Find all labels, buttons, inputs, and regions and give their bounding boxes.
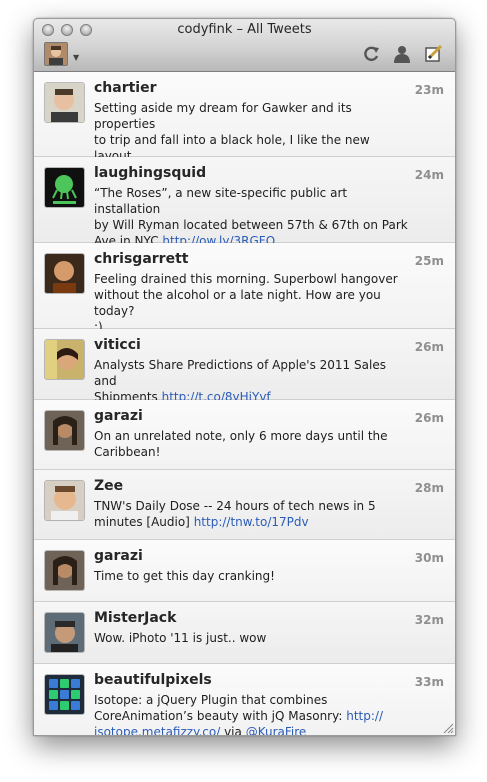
tweet-username[interactable]: garazi bbox=[94, 408, 143, 424]
tweet-text: Wow. iPhoto '11 is just.. wow bbox=[94, 630, 412, 646]
tweet-timestamp: 30m bbox=[414, 551, 444, 565]
person-icon bbox=[394, 46, 410, 63]
tweet-text: “The Roses”, a new site-specific public … bbox=[94, 185, 412, 249]
tweet-row[interactable]: laughingsquid 24m “The Roses”, a new site-… bbox=[34, 157, 455, 248]
tweet-username[interactable]: beautifulpixels bbox=[94, 672, 212, 688]
title-bar: codyfink – All Tweets ▼ bbox=[34, 19, 455, 72]
tweet-row[interactable]: chrisgarrett 25m Feeling drained this morn… bbox=[34, 243, 455, 334]
tweet-text: Isotope: a jQuery Plugin that combines C… bbox=[94, 692, 412, 735]
tweet-text: Feeling drained this morning. Superbowl … bbox=[94, 271, 412, 335]
tweet-body: Isotope: a jQuery Plugin that combines C… bbox=[94, 693, 343, 723]
tweet-body-suffix: via bbox=[220, 725, 246, 735]
tweet-body: Time to get this day cranking! bbox=[94, 569, 275, 583]
tweet-avatar[interactable] bbox=[45, 83, 84, 122]
refresh-button[interactable] bbox=[361, 44, 381, 64]
tweet-row[interactable]: chartier 23m Setting aside my dream for Ga… bbox=[34, 72, 455, 179]
profile-button[interactable] bbox=[392, 44, 412, 64]
tweet-username[interactable]: garazi bbox=[94, 548, 143, 564]
tweet-body: Feeling drained this morning. Superbowl … bbox=[94, 272, 398, 334]
tweet-avatar[interactable] bbox=[45, 675, 84, 714]
tweet-mention-link[interactable]: @KuraFire bbox=[246, 725, 307, 735]
tweet-row[interactable]: Zee 28m TNW's Daily Dose -- 24 hours of te… bbox=[34, 470, 455, 540]
compose-button[interactable] bbox=[424, 44, 444, 64]
tweet-timestamp: 32m bbox=[414, 613, 444, 627]
tweet-avatar[interactable] bbox=[45, 481, 84, 520]
tweet-row[interactable]: garazi 30m Time to get this day cranking! bbox=[34, 540, 455, 602]
resize-grip-icon[interactable] bbox=[442, 722, 454, 734]
tweet-body: On an unrelated note, only 6 more days u… bbox=[94, 429, 388, 459]
tweet-username[interactable]: chartier bbox=[94, 80, 157, 96]
tweet-timestamp: 25m bbox=[414, 254, 444, 268]
tweet-avatar[interactable] bbox=[45, 411, 84, 450]
account-menu-arrow-icon[interactable]: ▼ bbox=[73, 53, 79, 62]
tweet-text: Analysts Share Predictions of Apple's 20… bbox=[94, 357, 412, 405]
tweet-avatar[interactable] bbox=[45, 340, 84, 379]
refresh-icon bbox=[364, 46, 379, 62]
tweet-avatar[interactable] bbox=[45, 551, 84, 590]
account-avatar-button[interactable] bbox=[44, 42, 68, 66]
tweet-row[interactable]: MisterJack 32m Wow. iPhoto '11 is just.. w… bbox=[34, 602, 455, 664]
tweet-username[interactable]: chrisgarrett bbox=[94, 251, 188, 267]
tweet-timestamp: 26m bbox=[414, 340, 444, 354]
tweet-row[interactable]: garazi 26m On an unrelated note, only 6 mo… bbox=[34, 400, 455, 470]
tweet-row[interactable]: beautifulpixels 33m Isotope: a jQuery Plug… bbox=[34, 664, 455, 735]
tweet-username[interactable]: MisterJack bbox=[94, 610, 176, 626]
tweet-timestamp: 26m bbox=[414, 411, 444, 425]
tweet-text: Time to get this day cranking! bbox=[94, 568, 412, 584]
tweet-avatar[interactable] bbox=[45, 168, 84, 207]
tweet-avatar[interactable] bbox=[45, 613, 84, 652]
compose-icon bbox=[425, 44, 443, 62]
tweet-timestamp: 33m bbox=[414, 675, 444, 689]
tweet-username[interactable]: viticci bbox=[94, 337, 141, 353]
tweet-avatar[interactable] bbox=[45, 254, 84, 293]
tweet-timeline[interactable]: chartier 23m Setting aside my dream for Ga… bbox=[34, 72, 455, 735]
tweet-body: Wow. iPhoto '11 is just.. wow bbox=[94, 631, 267, 645]
window-title: codyfink – All Tweets bbox=[177, 22, 312, 37]
tweet-text: TNW's Daily Dose -- 24 hours of tech new… bbox=[94, 498, 412, 530]
tweet-text: On an unrelated note, only 6 more days u… bbox=[94, 428, 412, 460]
tweet-row[interactable]: viticci 26m Analysts Share Predictions of … bbox=[34, 329, 455, 404]
user-avatar-icon bbox=[45, 43, 67, 65]
tweet-timestamp: 24m bbox=[414, 168, 444, 182]
tweet-link[interactable]: http://tnw.to/17Pdv bbox=[194, 515, 309, 529]
tweet-timestamp: 23m bbox=[414, 83, 444, 97]
tweet-timestamp: 28m bbox=[414, 481, 444, 495]
app-window: codyfink – All Tweets ▼ chartier 23m Set… bbox=[33, 18, 456, 736]
tweet-username[interactable]: laughingsquid bbox=[94, 165, 206, 181]
tweet-username[interactable]: Zee bbox=[94, 478, 123, 494]
